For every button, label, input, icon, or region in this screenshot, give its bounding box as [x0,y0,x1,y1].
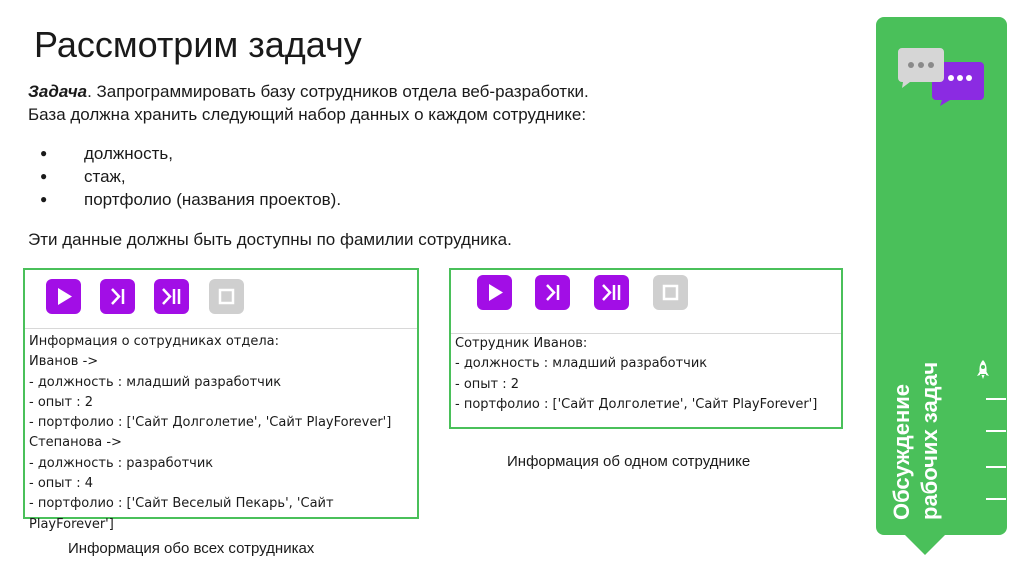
requirements-list: должность, стаж, портфолио (названия про… [40,142,341,211]
output-line: - портфолио : ['Сайт Долголетие', 'Сайт … [29,415,392,431]
slide-title: Рассмотрим задачу [34,24,362,65]
output-line: - опыт : 4 [29,476,94,492]
output-line: - должность : разработчик [29,455,214,471]
control-bar [25,270,417,329]
task-description: Задача. Запрограммировать базу сотрудник… [28,80,858,126]
caption-all: Информация обо всех сотрудниках [68,540,315,557]
step-over-button[interactable] [154,279,189,314]
step-icon [111,288,125,305]
console-output: Информация о сотрудниках отдела: Иванов … [29,332,417,535]
stop-icon [218,288,235,305]
chat-bubbles-icon [898,48,984,106]
caption-one: Информация об одном сотруднике [507,453,751,470]
output-line: Степанова -> [29,435,122,451]
scale-tick [986,498,1006,500]
output-line: - портфолио : ['Сайт Долголетие', 'Сайт … [455,396,818,412]
list-item: портфолио (названия проектов). [40,188,341,211]
output-line: - должность : младший разработчик [455,356,708,372]
list-item: должность, [40,142,341,165]
sidebar-label-text: Обсуждение рабочих задач [889,361,942,520]
output-line: Сотрудник Иванов: [455,336,588,351]
scale-tick [986,466,1006,468]
sidebar-notch [901,531,949,555]
step-over-icon [162,288,181,305]
output-line: - должность : младший разработчик [29,374,282,390]
step-button[interactable] [100,279,135,314]
output-line: - опыт : 2 [29,394,94,410]
play-icon [58,288,72,305]
stop-icon [662,284,679,301]
stop-button[interactable] [209,279,244,314]
run-button[interactable] [46,279,81,314]
task-label: Задача [28,82,88,101]
control-bar [451,270,841,334]
output-panel-all: Информация о сотрудниках отдела: Иванов … [23,268,419,532]
output-line: - опыт : 2 [455,376,520,392]
availability-note: Эти данные должны быть доступны по фамил… [28,230,512,249]
scale-tick [986,430,1006,432]
play-icon [489,284,503,301]
step-button[interactable] [535,275,570,310]
run-button[interactable] [477,275,512,310]
rocket-icon [977,360,989,379]
output-line: - портфолио : ['Сайт Веселый Пекарь', 'С… [29,496,334,532]
stop-button[interactable] [653,275,688,310]
scale-tick [986,398,1006,400]
step-icon [546,284,560,301]
console-output: Сотрудник Иванов: - должность : младший … [455,334,817,415]
task-text-line2: База должна хранить следующий набор данн… [28,105,587,124]
output-line: Информация о сотрудниках отдела: [29,334,280,349]
output-line: Иванов -> [29,354,99,370]
list-item: стаж, [40,165,341,188]
sidebar-label: Обсуждение рабочих задач [888,330,958,520]
output-panel-one: Сотрудник Иванов: - должность : младший … [449,268,843,429]
task-text: . Запрограммировать базу сотрудников отд… [87,82,589,101]
step-over-icon [602,284,621,301]
step-over-button[interactable] [594,275,629,310]
